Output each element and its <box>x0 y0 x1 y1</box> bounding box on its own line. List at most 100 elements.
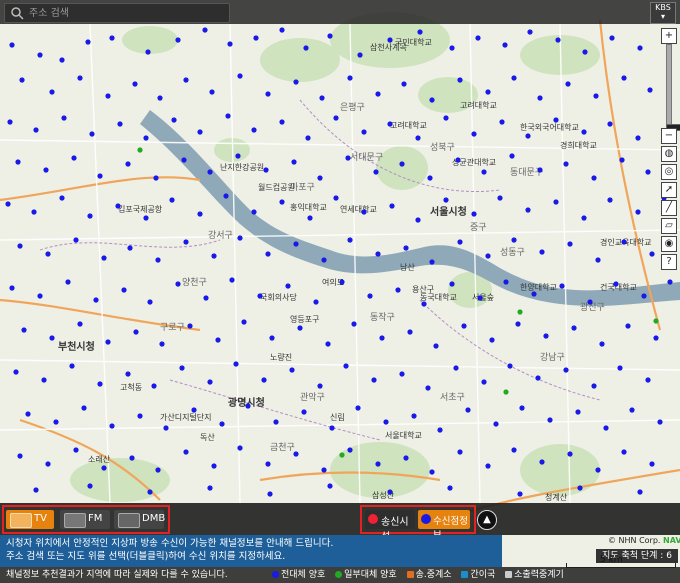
reception-point[interactable] <box>645 377 651 383</box>
partial-reception-point[interactable] <box>653 318 659 324</box>
reception-point[interactable] <box>519 405 525 411</box>
reception-point[interactable] <box>537 95 543 101</box>
reception-point[interactable] <box>81 405 87 411</box>
reception-point[interactable] <box>481 379 487 385</box>
reception-point[interactable] <box>257 293 263 299</box>
reception-point[interactable] <box>619 157 625 163</box>
reception-point[interactable] <box>59 195 65 201</box>
globe-icon[interactable]: ◍ <box>661 146 677 162</box>
reception-point[interactable] <box>379 335 385 341</box>
reception-point[interactable] <box>241 319 247 325</box>
reception-point[interactable] <box>183 449 189 455</box>
reception-point[interactable] <box>411 413 417 419</box>
reception-point[interactable] <box>97 173 103 179</box>
reception-point[interactable] <box>265 91 271 97</box>
reception-point[interactable] <box>45 461 51 467</box>
reception-point[interactable] <box>279 27 285 33</box>
reception-point[interactable] <box>387 121 393 127</box>
reception-point[interactable] <box>15 159 21 165</box>
reception-point[interactable] <box>251 209 257 215</box>
reception-point[interactable] <box>511 237 517 243</box>
reception-point[interactable] <box>109 423 115 429</box>
reception-point[interactable] <box>485 89 491 95</box>
reception-point[interactable] <box>421 301 427 307</box>
reception-point[interactable] <box>73 237 79 243</box>
reception-point[interactable] <box>403 455 409 461</box>
reception-point[interactable] <box>525 133 531 139</box>
reception-point[interactable] <box>169 197 175 203</box>
reception-point[interactable] <box>43 167 49 173</box>
reception-point[interactable] <box>71 155 77 161</box>
reception-point[interactable] <box>433 343 439 349</box>
reception-point[interactable] <box>471 131 477 137</box>
reception-point[interactable] <box>153 175 159 181</box>
reception-point[interactable] <box>207 485 213 491</box>
reception-point[interactable] <box>187 323 193 329</box>
reception-point[interactable] <box>407 329 413 335</box>
reception-point[interactable] <box>143 215 149 221</box>
reception-point[interactable] <box>559 283 565 289</box>
transmitter-toggle[interactable]: 송신시설 <box>365 510 415 543</box>
reception-point[interactable] <box>415 217 421 223</box>
reception-point[interactable] <box>581 129 587 135</box>
reception-point[interactable] <box>87 213 93 219</box>
reception-point[interactable] <box>563 161 569 167</box>
reception-point[interactable] <box>61 115 67 121</box>
reception-point[interactable] <box>593 93 599 99</box>
reception-point[interactable] <box>591 175 597 181</box>
reception-point[interactable] <box>613 281 619 287</box>
reception-point[interactable] <box>267 491 273 497</box>
reception-point[interactable] <box>449 281 455 287</box>
reception-point[interactable] <box>305 135 311 141</box>
reception-point[interactable] <box>373 169 379 175</box>
reception-point[interactable] <box>325 341 331 347</box>
reception-point[interactable] <box>85 39 91 45</box>
reception-point[interactable] <box>629 407 635 413</box>
reception-point[interactable] <box>101 465 107 471</box>
reception-point[interactable] <box>607 197 613 203</box>
reception-point[interactable] <box>543 333 549 339</box>
reception-point[interactable] <box>121 287 127 293</box>
reception-point[interactable] <box>635 135 641 141</box>
reception-point[interactable] <box>367 293 373 299</box>
reception-point[interactable] <box>465 407 471 413</box>
reception-point[interactable] <box>537 167 543 173</box>
reception-point[interactable] <box>49 89 55 95</box>
reception-point[interactable] <box>387 489 393 495</box>
reception-point[interactable] <box>635 209 641 215</box>
reception-point[interactable] <box>327 33 333 39</box>
reception-point[interactable] <box>261 377 267 383</box>
reception-point[interactable] <box>539 249 545 255</box>
reception-point[interactable] <box>493 421 499 427</box>
reception-point[interactable] <box>191 407 197 413</box>
map-canvas[interactable]: 부천시청 광명시청 서울시청 김포국제공항 강서구 양천구 영등포구 동작구 중… <box>0 0 680 583</box>
reception-point[interactable] <box>181 157 187 163</box>
reception-point[interactable] <box>399 371 405 377</box>
reception-point[interactable] <box>125 371 131 377</box>
reception-point[interactable] <box>93 297 99 303</box>
reception-point[interactable] <box>599 341 605 347</box>
reception-point[interactable] <box>621 239 627 245</box>
reception-point[interactable] <box>147 489 153 495</box>
reception-point[interactable] <box>202 27 208 33</box>
reception-point[interactable] <box>163 425 169 431</box>
reception-point[interactable] <box>603 425 609 431</box>
reception-point[interactable] <box>453 365 459 371</box>
reception-point[interactable] <box>565 81 571 87</box>
reception-point[interactable] <box>471 211 477 217</box>
reception-point[interactable] <box>511 447 517 453</box>
reception-point[interactable] <box>389 203 395 209</box>
reception-point[interactable] <box>245 403 251 409</box>
reception-point[interactable] <box>347 447 353 453</box>
reception-point[interactable] <box>279 199 285 205</box>
reception-point[interactable] <box>371 377 377 383</box>
reception-point[interactable] <box>457 449 463 455</box>
reception-point[interactable] <box>485 253 491 259</box>
reception-point[interactable] <box>417 29 423 35</box>
reception-point[interactable] <box>253 35 259 41</box>
reception-point[interactable] <box>273 419 279 425</box>
reception-toggle[interactable]: 수신점정보 <box>418 510 470 541</box>
reception-point[interactable] <box>531 291 537 297</box>
reception-point[interactable] <box>399 161 405 167</box>
reception-point[interactable] <box>499 119 505 125</box>
